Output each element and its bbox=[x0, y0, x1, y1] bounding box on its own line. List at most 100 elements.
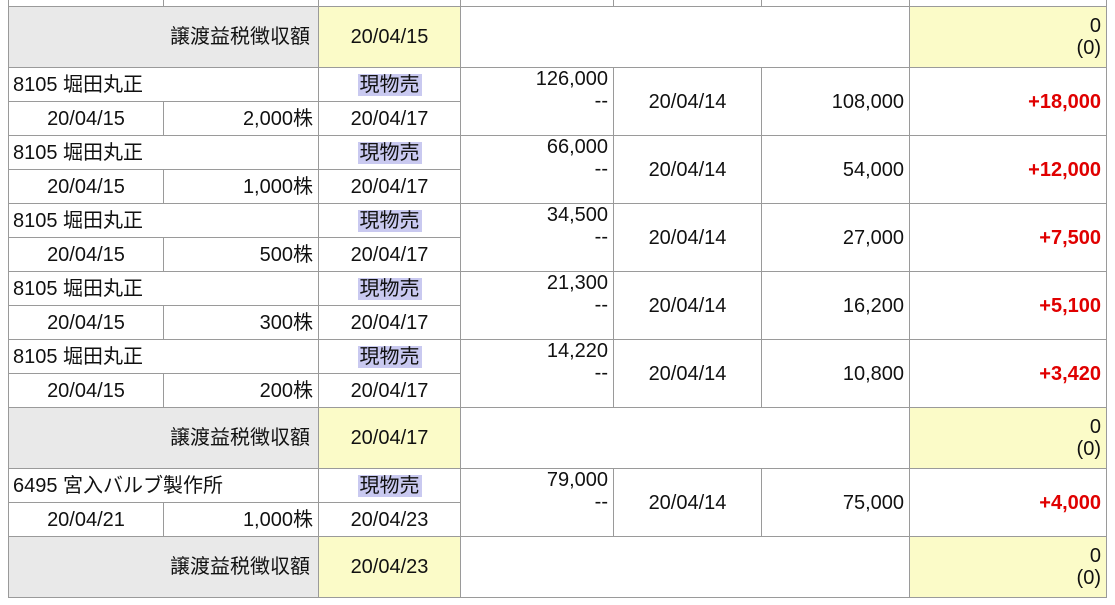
sell-price: 66,000 bbox=[546, 136, 608, 159]
stock-name[interactable]: 6495 宮入バルブ製作所 bbox=[8, 468, 319, 503]
quantity: 1,000株 bbox=[163, 502, 319, 537]
quantity: 200株 bbox=[163, 373, 319, 408]
buy-date: 20/04/14 bbox=[613, 135, 762, 204]
sell-price: 21,300 bbox=[546, 272, 608, 295]
sell-price-cell: 34,500 -- bbox=[460, 203, 614, 272]
trade-type-cell: 現物売 bbox=[318, 468, 461, 503]
tax-empty bbox=[460, 407, 910, 469]
settle-date: 20/04/17 bbox=[318, 169, 461, 204]
trade-row: 6495 宮入バルブ製作所 現物売 79,000 -- 20/04/14 75,… bbox=[8, 468, 1107, 537]
quantity: 1,000株 bbox=[163, 169, 319, 204]
profit-loss: +4,000 bbox=[909, 468, 1107, 537]
buy-price: 108,000 bbox=[761, 67, 910, 136]
tax-row: 譲渡益税徴収額 20/04/23 0 (0) bbox=[8, 536, 1107, 598]
tax-label: 譲渡益税徴収額 bbox=[8, 6, 319, 68]
tax-amount-sub: (0) bbox=[1076, 37, 1101, 59]
tax-label: 譲渡益税徴収額 bbox=[8, 407, 319, 469]
trade-date: 20/04/15 bbox=[8, 101, 164, 136]
trade-date: 20/04/15 bbox=[8, 237, 164, 272]
quantity: 500株 bbox=[163, 237, 319, 272]
tax-row: 譲渡益税徴収額 20/04/17 0 (0) bbox=[8, 407, 1107, 469]
tax-empty bbox=[460, 6, 910, 68]
buy-price: 27,000 bbox=[761, 203, 910, 272]
trade-type-cell: 現物売 bbox=[318, 203, 461, 238]
sell-price-cell: 21,300 -- bbox=[460, 271, 614, 340]
tax-amount: 0 bbox=[1089, 545, 1101, 567]
trade-date: 20/04/15 bbox=[8, 305, 164, 340]
sell-price: 14,220 bbox=[546, 340, 608, 363]
sell-price-cell: 79,000 -- bbox=[460, 468, 614, 537]
buy-date: 20/04/14 bbox=[613, 67, 762, 136]
tax-amount-sub: (0) bbox=[1076, 438, 1101, 460]
buy-date: 20/04/14 bbox=[613, 271, 762, 340]
trade-type-cell: 現物売 bbox=[318, 135, 461, 170]
trade-type-cell: 現物売 bbox=[318, 339, 461, 374]
sell-price-cell: 14,220 -- bbox=[460, 339, 614, 408]
profit-loss: +3,420 bbox=[909, 339, 1107, 408]
buy-date: 20/04/14 bbox=[613, 468, 762, 537]
trade-type-cell: 現物売 bbox=[318, 271, 461, 306]
trade-type-badge: 現物売 bbox=[357, 141, 422, 164]
trade-row: 8105 堀田丸正 現物売 34,500 -- 20/04/14 27,000 … bbox=[8, 203, 1107, 272]
tax-date: 20/04/23 bbox=[318, 536, 461, 598]
stock-name[interactable]: 8105 堀田丸正 bbox=[8, 67, 319, 102]
trade-date: 20/04/15 bbox=[8, 373, 164, 408]
tax-empty bbox=[460, 536, 910, 598]
sell-price: 126,000 bbox=[535, 68, 608, 91]
settle-date: 20/04/17 bbox=[318, 237, 461, 272]
quantity: 300株 bbox=[163, 305, 319, 340]
settle-date: 20/04/23 bbox=[318, 502, 461, 537]
profit-loss: +5,100 bbox=[909, 271, 1107, 340]
sell-price: 79,000 bbox=[546, 469, 608, 492]
tax-amount-cell: 0 (0) bbox=[909, 536, 1107, 598]
stock-name[interactable]: 8105 堀田丸正 bbox=[8, 271, 319, 306]
tax-row: 譲渡益税徴収額 20/04/15 0 (0) bbox=[8, 6, 1107, 68]
tax-amount-cell: 0 (0) bbox=[909, 6, 1107, 68]
quantity: 2,000株 bbox=[163, 101, 319, 136]
trade-row: 8105 堀田丸正 現物売 21,300 -- 20/04/14 16,200 … bbox=[8, 271, 1107, 340]
sell-price-sub: -- bbox=[594, 362, 608, 384]
tax-date: 20/04/17 bbox=[318, 407, 461, 469]
trade-type-badge: 現物売 bbox=[357, 474, 422, 497]
stock-name[interactable]: 8105 堀田丸正 bbox=[8, 203, 319, 238]
profit-loss: +18,000 bbox=[909, 67, 1107, 136]
sell-price-sub: -- bbox=[594, 158, 608, 180]
tax-amount-sub: (0) bbox=[1076, 567, 1101, 589]
trade-type-badge: 現物売 bbox=[357, 73, 422, 96]
sell-price-cell: 66,000 -- bbox=[460, 135, 614, 204]
buy-price: 16,200 bbox=[761, 271, 910, 340]
stock-name[interactable]: 8105 堀田丸正 bbox=[8, 135, 319, 170]
tax-label: 譲渡益税徴収額 bbox=[8, 536, 319, 598]
trade-type-cell: 現物売 bbox=[318, 67, 461, 102]
trade-row: 8105 堀田丸正 現物売 14,220 -- 20/04/14 10,800 … bbox=[8, 339, 1107, 408]
trade-type-badge: 現物売 bbox=[357, 345, 422, 368]
sell-price-sub: -- bbox=[594, 90, 608, 112]
tax-amount-cell: 0 (0) bbox=[909, 407, 1107, 469]
sell-price: 34,500 bbox=[546, 204, 608, 227]
stock-name[interactable]: 8105 堀田丸正 bbox=[8, 339, 319, 374]
trade-type-badge: 現物売 bbox=[357, 277, 422, 300]
tax-amount: 0 bbox=[1089, 416, 1101, 438]
trade-date: 20/04/15 bbox=[8, 169, 164, 204]
settle-date: 20/04/17 bbox=[318, 101, 461, 136]
profit-loss: +7,500 bbox=[909, 203, 1107, 272]
profit-loss: +12,000 bbox=[909, 135, 1107, 204]
realized-pl-table: 譲渡益税徴収額 20/04/15 0 (0) 8105 堀田丸正 現物売 126… bbox=[8, 0, 1107, 598]
settle-date: 20/04/17 bbox=[318, 373, 461, 408]
trade-row: 8105 堀田丸正 現物売 66,000 -- 20/04/14 54,000 … bbox=[8, 135, 1107, 204]
trade-type-badge: 現物売 bbox=[357, 209, 422, 232]
sell-price-sub: -- bbox=[594, 294, 608, 316]
buy-date: 20/04/14 bbox=[613, 339, 762, 408]
buy-price: 75,000 bbox=[761, 468, 910, 537]
buy-price: 10,800 bbox=[761, 339, 910, 408]
sell-price-cell: 126,000 -- bbox=[460, 67, 614, 136]
settle-date: 20/04/17 bbox=[318, 305, 461, 340]
buy-price: 54,000 bbox=[761, 135, 910, 204]
sell-price-sub: -- bbox=[594, 226, 608, 248]
tax-amount: 0 bbox=[1089, 15, 1101, 37]
trade-row: 8105 堀田丸正 現物売 126,000 -- 20/04/14 108,00… bbox=[8, 67, 1107, 136]
buy-date: 20/04/14 bbox=[613, 203, 762, 272]
tax-date: 20/04/15 bbox=[318, 6, 461, 68]
trade-date: 20/04/21 bbox=[8, 502, 164, 537]
sell-price-sub: -- bbox=[594, 491, 608, 513]
